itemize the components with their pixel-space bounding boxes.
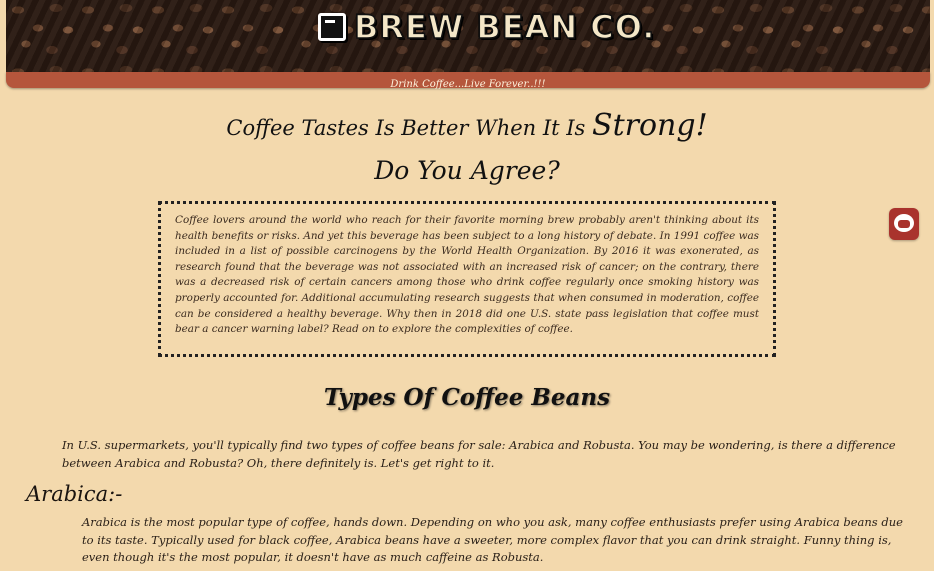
section-title-types: Types Of Coffee Beans	[323, 384, 611, 411]
types-intro-paragraph: In U.S. supermarkets, you'll typically f…	[62, 438, 896, 470]
logo-text: BREW BEAN CO.	[353, 7, 656, 47]
intro-paragraph: Coffee lovers around the world who reach…	[175, 214, 759, 336]
header-banner: BREW BEAN CO.	[6, 0, 930, 72]
page-subhead: Do You Agree?	[374, 156, 560, 185]
arabica-paragraph: Arabica is the most popular type of coff…	[82, 515, 903, 564]
headline-emphasis: Strong!	[592, 108, 708, 143]
arabica-heading: Arabica:-	[26, 482, 123, 506]
page: BREW BEAN CO. Drink Coffee...Live Foreve…	[0, 0, 934, 571]
headline-text: Coffee Tastes Is Better When It Is	[226, 116, 586, 140]
page-headline: Coffee Tastes Is Better When It Is Stron…	[0, 108, 934, 143]
coffee-cup-icon	[318, 13, 346, 41]
tagline: Drink Coffee...Live Forever..!!!	[390, 79, 546, 90]
site-logo[interactable]: BREW BEAN CO.	[318, 7, 656, 47]
headset-support-icon[interactable]	[889, 208, 919, 240]
intro-box: Coffee lovers around the world who reach…	[158, 201, 776, 357]
tagline-bar: Drink Coffee...Live Forever..!!!	[6, 72, 930, 90]
